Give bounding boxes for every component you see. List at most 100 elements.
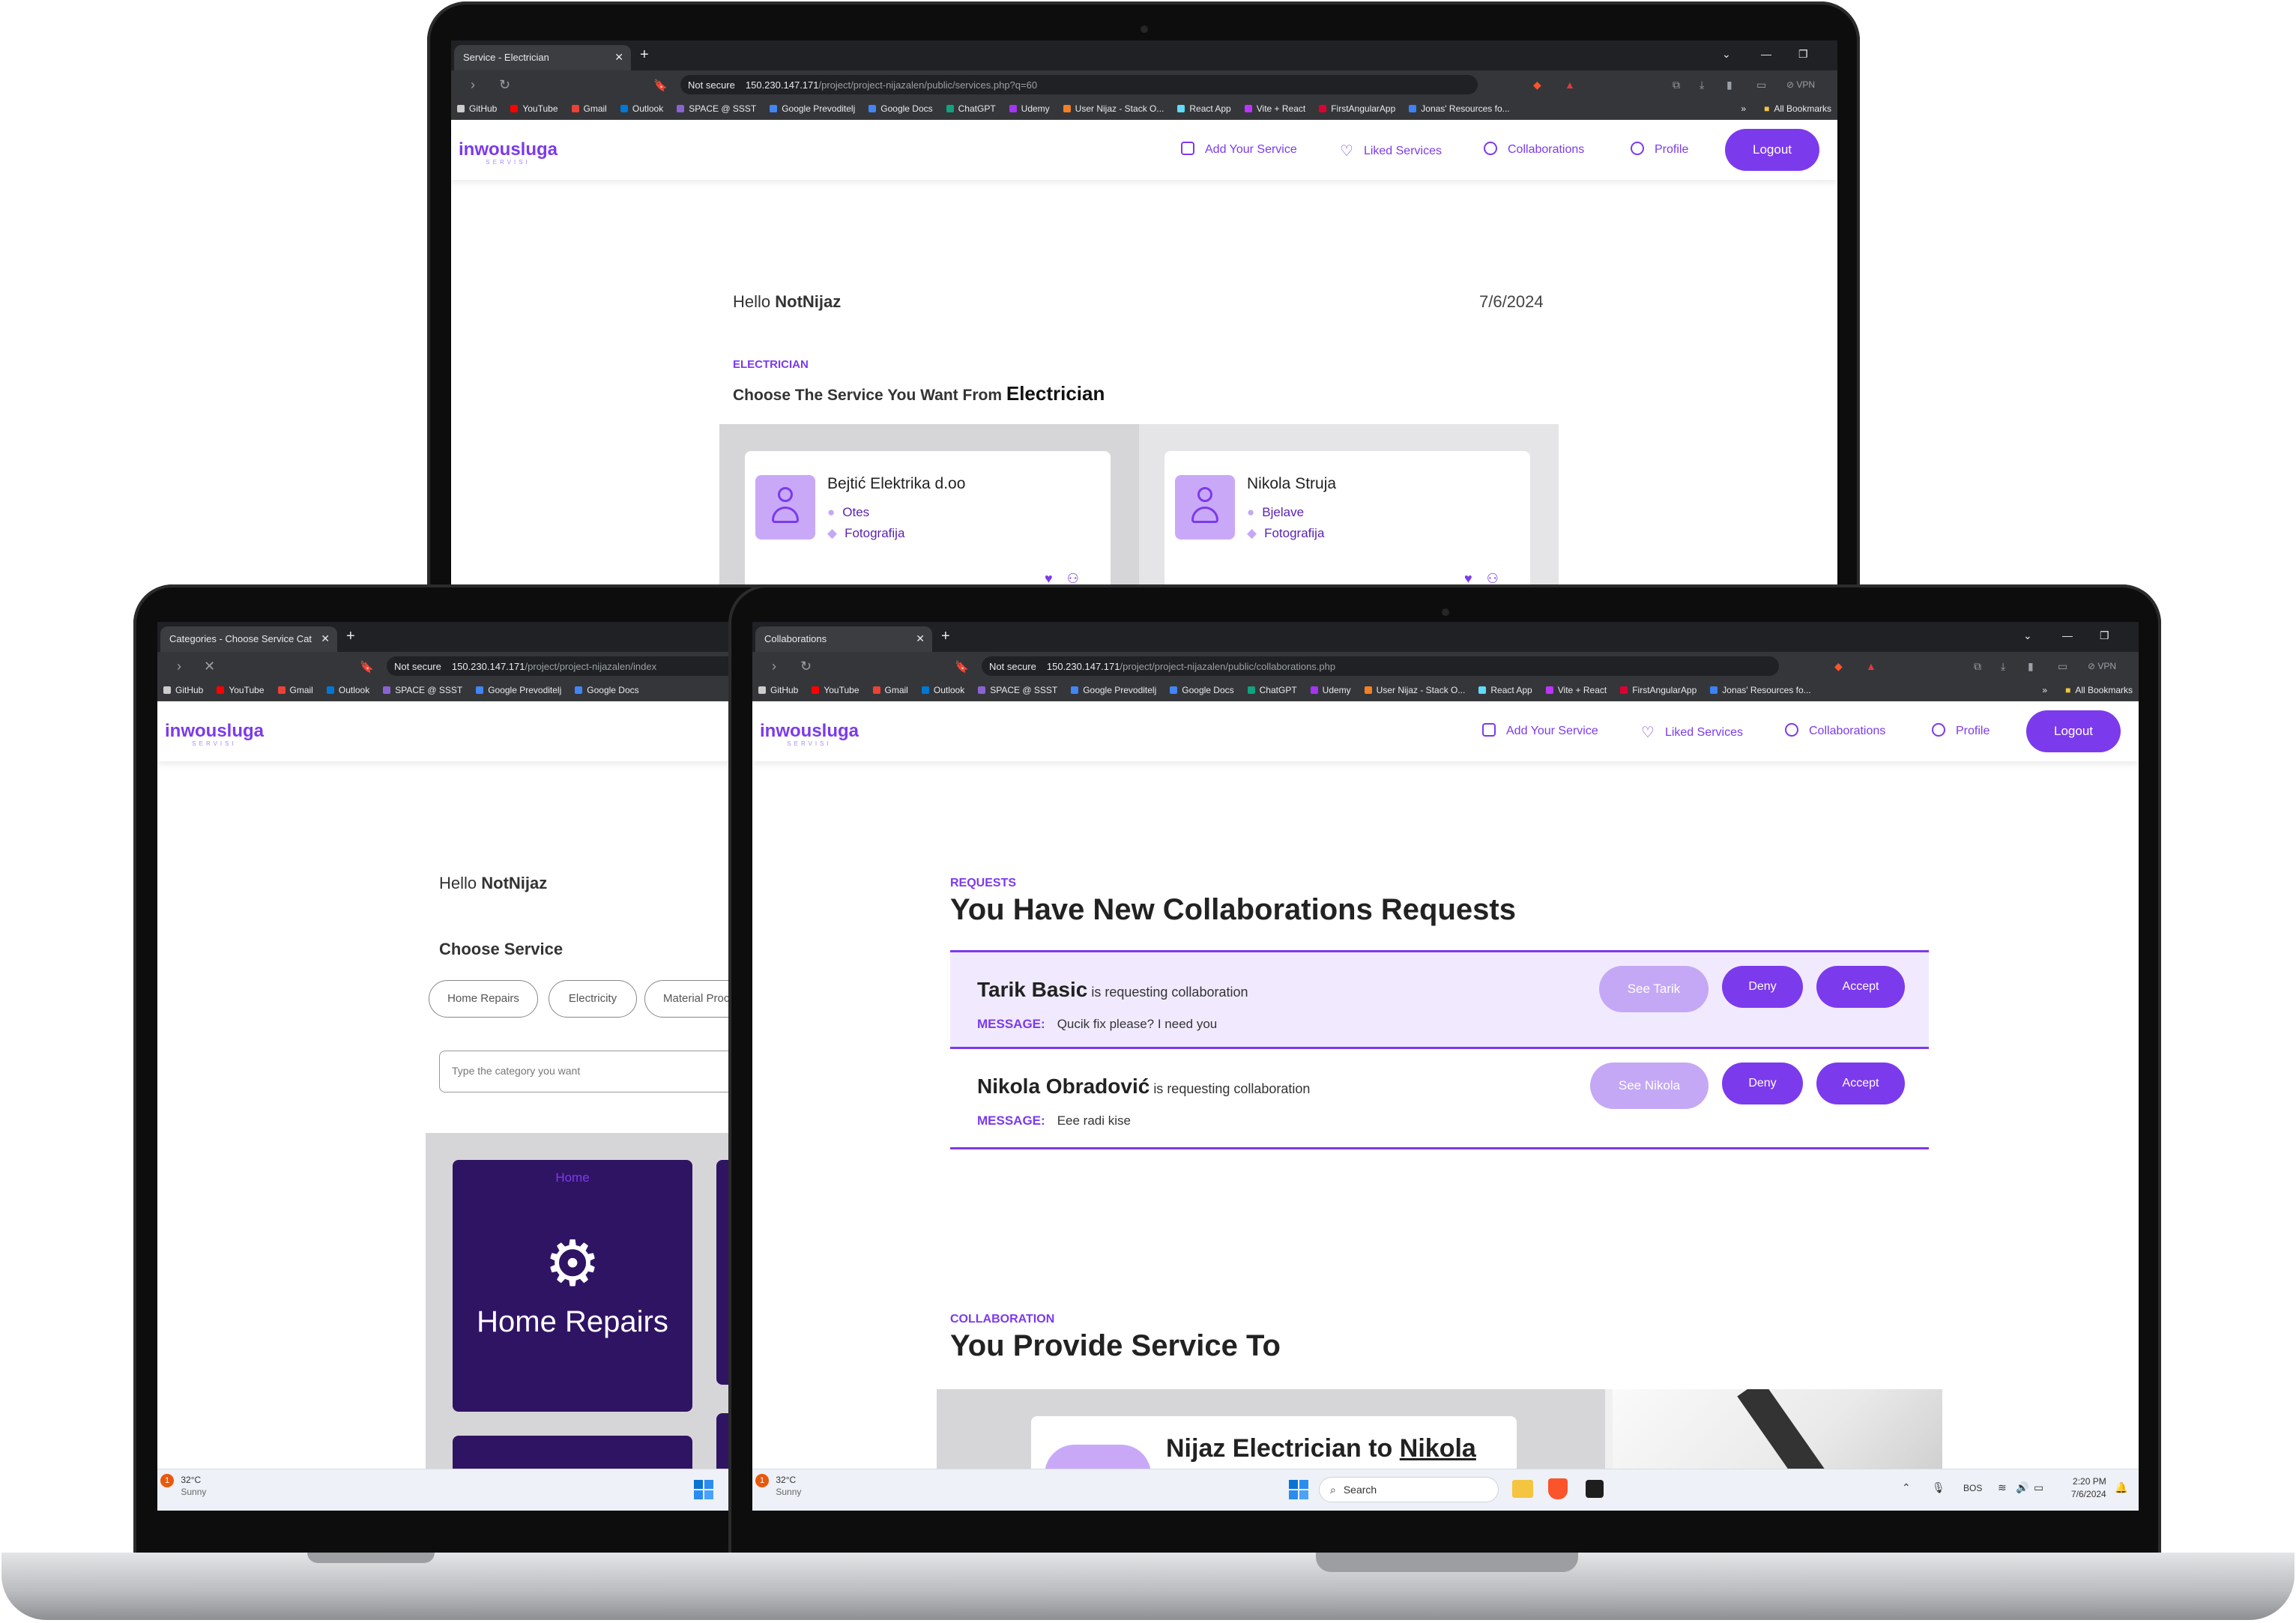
brave-shield-icon[interactable]: ◆ [1834,660,1843,673]
figma-icon[interactable] [1586,1480,1604,1498]
see-requester-button[interactable]: See Tarik [1599,966,1709,1012]
chip-electricity[interactable]: Electricity [549,980,637,1018]
brave-shield-icon[interactable]: ◆ [1533,79,1541,91]
nav-profile[interactable]: Profile [1631,142,1688,157]
bookmark-item[interactable]: Google Prevoditelj [770,103,855,114]
bookmark-item[interactable]: Google Docs [1170,685,1234,695]
new-tab-icon[interactable]: + [346,628,355,645]
bookmark-item[interactable]: Google Prevoditelj [1071,685,1156,695]
deny-button[interactable]: Deny [1722,1063,1803,1104]
site-logo[interactable]: inwousluga SERVISI [165,721,264,747]
see-requester-button[interactable]: See Nikola [1590,1063,1709,1109]
collab-handshake-icon[interactable]: ⚇ [1487,571,1499,586]
file-explorer-icon[interactable] [1512,1480,1533,1498]
bookmark-item[interactable]: Outlook [326,685,369,695]
vpn-button[interactable]: ⊘ VPN [1786,79,1815,90]
windows-start-icon[interactable] [694,1480,713,1499]
wallet-icon[interactable]: ▭ [2058,660,2067,673]
logout-button[interactable]: Logout [2026,710,2121,752]
like-heart-icon[interactable]: ♥ [1045,571,1053,586]
bookmark-item[interactable]: YouTube [510,103,558,114]
forward-icon[interactable]: › [177,659,181,674]
forward-icon[interactable]: › [471,77,475,93]
restore-icon[interactable]: ❐ [2100,629,2109,642]
site-logo[interactable]: inwousluga SERVISI [459,139,558,166]
chevron-down-icon[interactable]: ⌄ [1722,48,1731,61]
bookmark-item[interactable]: Gmail [277,685,313,695]
volume-icon[interactable]: 🔊 [2016,1481,2028,1494]
bookmark-item[interactable]: GitHub [758,685,798,695]
taskbar-search[interactable]: ⌕ Search [1319,1477,1499,1502]
all-bookmarks-button[interactable]: » ■ All Bookmarks [1733,103,1831,114]
weather-widget[interactable]: 1 32°C Sunny [755,1474,801,1498]
service-card[interactable]: Nikola Struja ● Bjelave ◆ Fotografija ♥ ⚇ [1164,451,1530,593]
deny-button[interactable]: Deny [1722,966,1803,1008]
brave-rewards-icon[interactable]: ▲ [1866,660,1876,672]
bookmark-item[interactable]: YouTube [217,685,265,695]
stop-loading-icon[interactable]: ✕ [204,659,215,674]
chevron-down-icon[interactable]: ⌄ [2023,629,2032,642]
extensions-icon[interactable]: ⧉ [1673,79,1680,91]
bookmark-item[interactable]: FirstAngularApp [1319,103,1395,114]
service-card[interactable]: Bejtić Elektrika d.oo ● Otes ◆ Fotografija… [745,451,1111,593]
scrollbar[interactable] [1605,1389,1613,1472]
nav-liked-services[interactable]: ♡ Liked Services [1641,723,1743,742]
forward-icon[interactable]: › [772,659,776,674]
chip-home-repairs[interactable]: Home Repairs [429,980,538,1018]
minimize-icon[interactable]: — [2062,629,2073,641]
site-logo[interactable]: inwousluga SERVISI [760,721,859,747]
category-search-input[interactable]: Type the category you want [439,1051,770,1092]
bookmark-item[interactable]: Gmail [571,103,607,114]
browser-tab[interactable]: Collaborations ✕ [755,626,932,652]
download-icon[interactable]: ⤓ [2001,660,2005,673]
bookmark-item[interactable]: Outlook [921,685,964,695]
bookmark-item[interactable]: SPACE @ SSST [677,103,756,114]
bookmark-item[interactable]: Vite + React [1545,685,1607,695]
collab-card[interactable]: Nijaz Electrician to Nikola [1031,1416,1517,1472]
sidebar-icon[interactable]: ▮ [1726,79,1732,91]
bookmark-item[interactable]: React App [1478,685,1532,695]
bookmark-icon[interactable]: 🔖 [360,660,374,674]
nav-add-service[interactable]: Add Your Service [1482,723,1598,738]
wifi-icon[interactable]: ≋ [1998,1481,2007,1494]
bookmark-item[interactable]: Gmail [872,685,908,695]
bookmark-item[interactable]: FirstAngularApp [1620,685,1697,695]
notification-bell-icon[interactable]: 🔔 [2115,1481,2127,1494]
sidebar-icon[interactable]: ▮ [2028,660,2034,673]
bookmark-item[interactable]: Jonas' Resources fo... [1409,103,1510,114]
all-bookmarks-button[interactable]: » ■ All Bookmarks [2034,685,2133,695]
battery-icon[interactable]: ▭ [2034,1481,2043,1494]
bookmark-item[interactable]: Jonas' Resources fo... [1710,685,1811,695]
bookmark-item[interactable]: Google Docs [575,685,639,695]
collab-handshake-icon[interactable]: ⚇ [1067,571,1079,586]
bookmark-item[interactable]: Google Prevoditelj [476,685,561,695]
nav-collaborations[interactable]: Collaborations [1484,142,1584,157]
bookmark-item[interactable]: Outlook [620,103,663,114]
bookmark-item[interactable]: Vite + React [1244,103,1305,114]
clock[interactable]: 2:20 PM 7/6/2024 [2071,1475,2106,1501]
bookmark-item[interactable]: React App [1177,103,1231,114]
wallet-icon[interactable]: ▭ [1756,79,1766,91]
brave-browser-icon[interactable] [1548,1478,1568,1499]
category-tile[interactable]: Home ⚙ Home Repairs [453,1160,692,1412]
vpn-button[interactable]: ⊘ VPN [2088,661,2116,671]
url-field[interactable]: Not secure 150.230.147.171/project/projec… [982,656,1779,676]
collab-card-name[interactable]: Nikola [1400,1434,1476,1463]
close-tab-icon[interactable]: ✕ [614,51,623,64]
nav-liked-services[interactable]: ♡ Liked Services [1340,142,1442,160]
like-heart-icon[interactable]: ♥ [1464,571,1472,586]
bookmark-item[interactable]: SPACE @ SSST [978,685,1057,695]
url-field[interactable]: Not secure 150.230.147.171/project/projec… [680,75,1478,94]
restore-icon[interactable]: ❐ [1798,48,1808,61]
bookmark-icon[interactable]: 🔖 [955,660,969,674]
new-tab-icon[interactable]: + [640,46,649,64]
nav-collaborations[interactable]: Collaborations [1785,723,1885,738]
language-indicator[interactable]: BOS [1963,1483,1982,1493]
overflow-chevron-icon[interactable]: » [1741,103,1746,114]
microphone-icon[interactable]: 🎙 [1932,1481,1945,1494]
bookmark-item[interactable]: ChatGPT [946,103,996,114]
bookmark-item[interactable]: GitHub [457,103,497,114]
tray-chevron-icon[interactable]: ⌃ [1902,1481,1911,1494]
logout-button[interactable]: Logout [1725,129,1819,171]
bookmark-item[interactable]: YouTube [812,685,860,695]
